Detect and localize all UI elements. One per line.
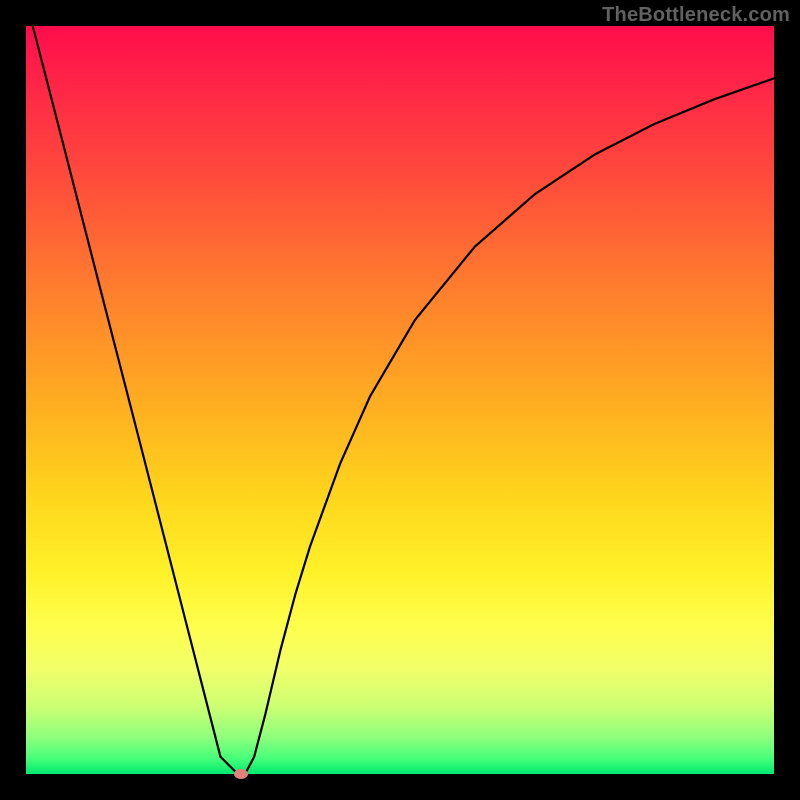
min-marker: [234, 769, 248, 779]
attribution-text: TheBottleneck.com: [602, 4, 790, 27]
plot-area: [26, 26, 774, 774]
line-curve: [26, 26, 774, 774]
chart-frame: TheBottleneck.com: [0, 0, 800, 800]
